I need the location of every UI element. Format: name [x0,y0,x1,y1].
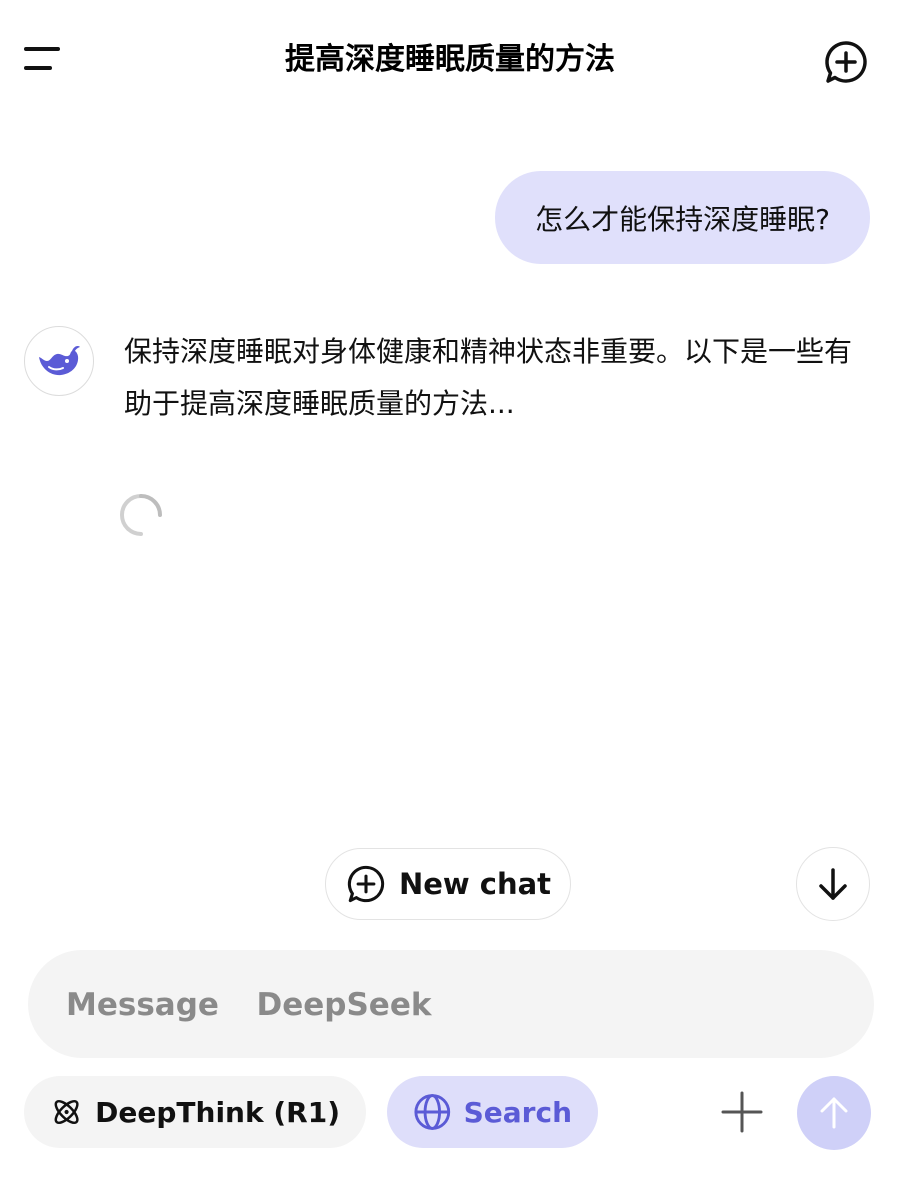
message-input[interactable] [64,950,828,1060]
chat-screen: 提高深度睡眠质量的方法 怎么才能保持深度睡眠? 保持深度睡眠对身体健康和精神状态… [0,0,900,1200]
plus-icon [721,1091,763,1133]
deepthink-label: DeepThink (R1) [95,1095,340,1129]
new-chat-button[interactable]: New chat [325,848,571,920]
chat-plus-icon [825,41,867,83]
send-button[interactable] [797,1076,871,1150]
user-message-text: 怎么才能保持深度睡眠? [535,202,830,236]
menu-button[interactable] [24,42,64,78]
globe-icon [414,1094,451,1130]
loading-spinner-icon [120,494,162,536]
arrow-down-icon [819,868,847,900]
assistant-message-text: 保持深度睡眠对身体健康和精神状态非重要。以下是一些有助于提高深度睡眠质量的方法.… [124,335,853,420]
chat-plus-icon [347,865,385,903]
new-chat-label: New chat [398,867,552,901]
search-toggle[interactable]: Search [387,1076,598,1148]
message-composer [28,950,874,1060]
scroll-to-bottom-button[interactable] [796,847,870,921]
user-message-bubble: 怎么才能保持深度睡眠? [495,171,870,264]
new-chat-header-button[interactable] [822,38,870,86]
attach-button[interactable] [714,1084,770,1140]
arrow-up-icon [820,1097,848,1129]
assistant-avatar [24,326,94,396]
search-label: Search [463,1095,572,1129]
page-title: 提高深度睡眠质量的方法 [285,42,615,77]
atom-icon [54,1099,79,1125]
deepseek-whale-icon [39,346,80,376]
deepthink-toggle[interactable]: DeepThink (R1) [24,1076,366,1148]
